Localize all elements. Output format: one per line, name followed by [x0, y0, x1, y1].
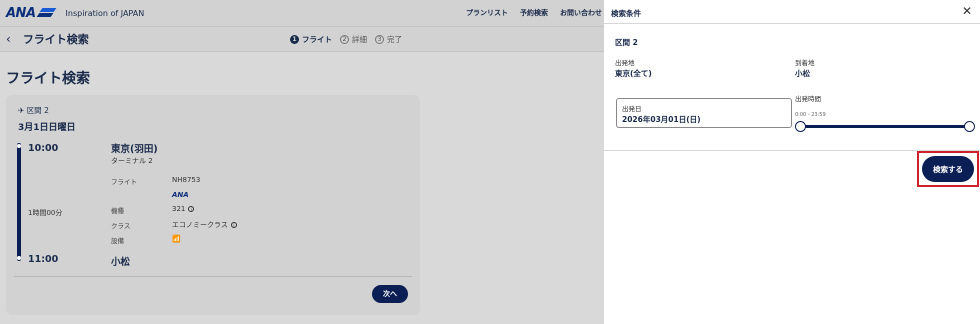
next-button[interactable]: 次へ	[372, 285, 408, 303]
class-value: エコノミークラス	[172, 221, 228, 229]
timeline-bar	[17, 143, 21, 261]
departure-date-field[interactable]: 出発日 2026年03月01日(日)	[616, 98, 792, 128]
time-label: 出発時間	[795, 95, 821, 103]
aircraft-label: 機種	[111, 207, 124, 215]
card-divider	[14, 276, 412, 277]
flight-number: NH8753	[172, 176, 201, 184]
subheader-title: フライト検索	[22, 33, 89, 46]
panel-title: 検索条件	[611, 9, 641, 18]
time-range-text: 0:00 - 23:59	[795, 112, 826, 118]
tagline: Inspiration of JAPAN	[65, 8, 145, 18]
date-value: 2026年03月01日(日)	[622, 115, 701, 124]
aircraft-value: 321	[172, 205, 186, 213]
step-label: 完了	[387, 35, 402, 44]
destination-value[interactable]: 小松	[795, 68, 810, 79]
aircraft-row: 321 i	[172, 205, 195, 213]
step-label: 詳細	[352, 35, 367, 44]
plane-icon: ✈	[18, 106, 25, 115]
equipment-label: 設備	[111, 237, 124, 245]
step-label: フライト	[302, 35, 332, 44]
flight-card: ✈ 区間 2 3月1日日曜日 10:00 1時間00分 11:00 東京(羽田)…	[6, 95, 420, 315]
flight-date: 3月1日日曜日	[18, 123, 76, 133]
panel-segment: 区間 2	[615, 38, 638, 47]
page-title: フライト検索	[6, 71, 90, 87]
time-slider-track[interactable]	[800, 125, 970, 128]
flight-number-label: フライト	[111, 178, 137, 186]
flight-duration: 1時間00分	[28, 209, 63, 217]
arrival-time: 11:00	[28, 254, 59, 265]
top-header: ANA Inspiration of JAPAN プランリスト 予約検索 お問い…	[0, 0, 604, 26]
back-chevron-icon[interactable]: ‹	[6, 32, 11, 46]
step-number: 3	[375, 35, 384, 44]
info-icon[interactable]: i	[230, 222, 237, 228]
logo-mark-icon	[36, 8, 56, 18]
search-button[interactable]: 検索する	[922, 156, 974, 182]
destination-label: 到着地	[795, 59, 815, 67]
time-slider-start-handle[interactable]	[795, 121, 806, 132]
class-row: エコノミークラス i	[172, 220, 237, 230]
class-label: クラス	[111, 222, 131, 230]
nav-plan-list[interactable]: プランリスト	[466, 8, 508, 18]
close-icon[interactable]: ✕	[962, 4, 972, 18]
terminal: ターミナル 2	[111, 157, 153, 165]
nav-contact[interactable]: お問い合わせ	[560, 8, 602, 18]
origin-value[interactable]: 東京(全て)	[615, 68, 652, 79]
date-label: 出発日	[622, 105, 642, 113]
wifi-icon: 📶	[172, 235, 181, 243]
timeline-end-dot	[17, 256, 21, 260]
operator-logo: ANA	[172, 191, 189, 199]
step-indicator: 1 フライト 2 詳細 3 完了	[290, 34, 402, 45]
arrival-airport: 小松	[111, 257, 131, 268]
departure-airport: 東京(羽田)	[111, 144, 158, 155]
ana-logo[interactable]: ANA	[6, 5, 56, 21]
logo-text: ANA	[6, 5, 36, 21]
segment-label: ✈ 区間 2	[18, 105, 49, 116]
step-flight: 1 フライト	[290, 34, 332, 45]
time-slider-end-handle[interactable]	[964, 121, 975, 132]
timeline-start-dot	[17, 144, 21, 148]
step-number: 1	[290, 35, 299, 44]
nav-booking-search[interactable]: 予約検索	[520, 8, 548, 18]
sub-header: ‹ フライト検索 1 フライト 2 詳細 3 完了	[0, 26, 604, 52]
search-conditions-panel: 検索条件 ✕ 区間 2 出発地 東京(全て) 到着地 小松 出発日 2026年0…	[604, 0, 980, 324]
step-number: 2	[340, 35, 349, 44]
step-complete: 3 完了	[375, 34, 402, 45]
top-nav: プランリスト 予約検索 お問い合わせ	[466, 8, 602, 18]
panel-header: 検索条件 ✕	[604, 0, 980, 24]
segment-text: 区間 2	[26, 106, 49, 115]
departure-time: 10:00	[28, 143, 59, 154]
step-details: 2 詳細	[340, 34, 367, 45]
origin-label: 出発地	[615, 59, 635, 67]
info-icon[interactable]: i	[188, 206, 195, 212]
